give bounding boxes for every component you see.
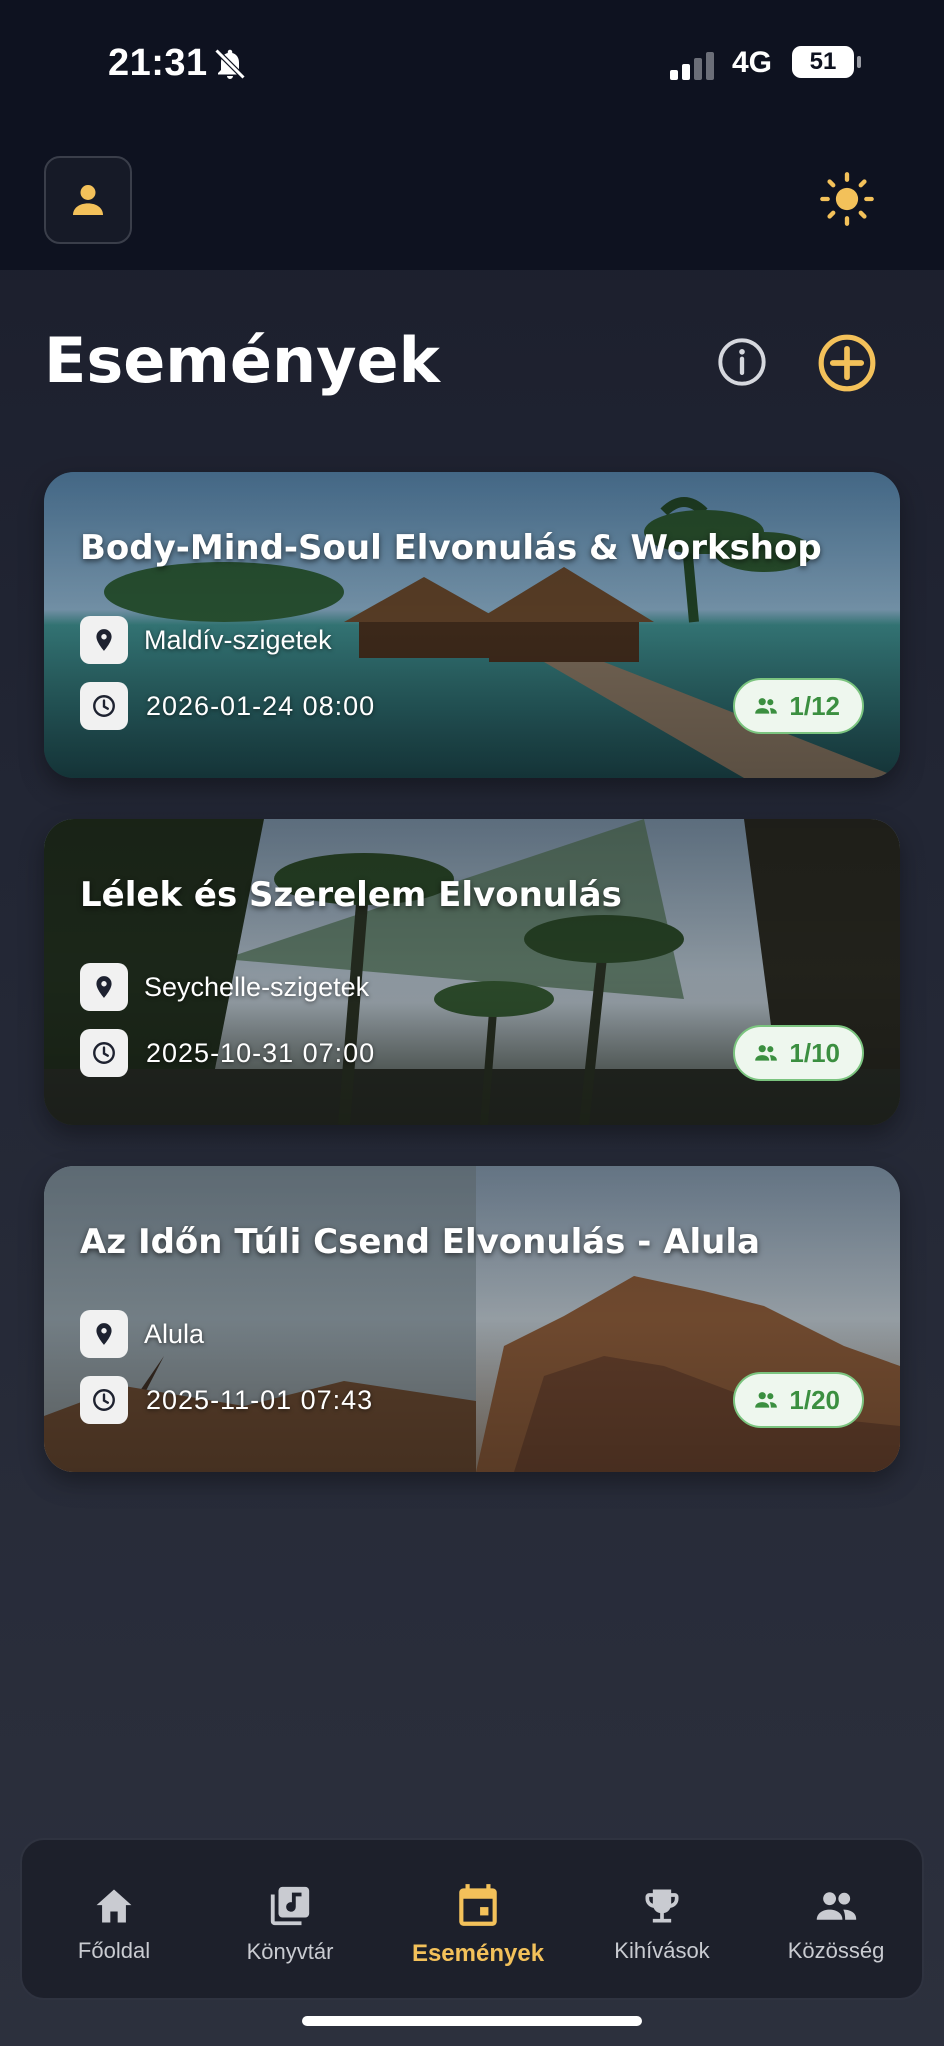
event-title: Az Időn Túli Csend Elvonulás - Alula — [80, 1222, 760, 1262]
nav-item-challenges[interactable]: Kihívások — [588, 1840, 736, 2002]
sun-icon[interactable] — [818, 170, 876, 228]
people-icon — [755, 1045, 778, 1061]
battery-level: 51 — [792, 46, 854, 78]
event-location: Seychelle-szigetek — [144, 971, 370, 1002]
home-icon — [96, 1889, 132, 1923]
event-card[interactable]: Lélek és Szerelem Elvonulás Seychelle-sz… — [44, 819, 900, 1125]
event-location-row: Alula — [80, 1310, 204, 1358]
event-card[interactable]: Body-Mind-Soul Elvonulás & Workshop Mald… — [44, 472, 900, 778]
people-icon — [816, 1892, 857, 1920]
event-location-row: Seychelle-szigetek — [80, 963, 369, 1011]
event-title: Lélek és Szerelem Elvonulás — [80, 875, 622, 915]
event-date-row: 2025-11-01 07:43 — [80, 1376, 373, 1424]
participants-badge: 1/20 — [733, 1372, 864, 1428]
event-card[interactable]: Az Időn Túli Csend Elvonulás - Alula Alu… — [44, 1166, 900, 1472]
event-date-row: 2026-01-24 08:00 — [80, 682, 375, 730]
event-date-row: 2025-10-31 07:00 — [80, 1029, 375, 1077]
participants-badge: 1/10 — [733, 1025, 864, 1081]
nav-label: Könyvtár — [246, 1939, 334, 1964]
battery-tip — [857, 56, 861, 68]
nav-label: Főoldal — [77, 1938, 151, 1963]
event-datetime: 2025-11-01 07:43 — [146, 1384, 374, 1415]
location-pin-icon — [96, 1323, 112, 1345]
music-library-icon — [270, 1886, 310, 1926]
nav-label: Események — [411, 1940, 545, 1967]
bottom-navigation: Főoldal Könyvtár Események Kihívások Köz… — [20, 1838, 924, 2000]
event-datetime: 2025-10-31 07:00 — [146, 1037, 376, 1068]
clock-icon — [93, 695, 115, 717]
nav-item-library[interactable]: Könyvtár — [216, 1840, 364, 2002]
signal-icon — [670, 52, 714, 80]
network-label: 4G — [732, 46, 773, 79]
people-icon — [755, 698, 778, 714]
home-indicator[interactable] — [302, 2016, 642, 2026]
event-location: Maldív-szigetek — [144, 624, 332, 655]
trophy-icon — [645, 1889, 679, 1923]
participants-badge: 1/12 — [733, 678, 864, 734]
location-pin-icon — [96, 976, 112, 998]
event-location-row: Maldív-szigetek — [80, 616, 332, 664]
location-pin-icon — [96, 629, 112, 651]
status-time: 21:31 — [108, 42, 208, 84]
page-title: Események — [44, 324, 440, 397]
participants-count: 1/12 — [789, 690, 840, 721]
clock-icon — [93, 1389, 115, 1411]
nav-item-home[interactable]: Főoldal — [40, 1840, 188, 2002]
people-icon — [755, 1392, 778, 1408]
event-datetime: 2026-01-24 08:00 — [146, 690, 376, 721]
app-header: 21:31 4G 51 — [0, 0, 944, 270]
nav-item-community[interactable]: Közösség — [762, 1840, 910, 2002]
person-icon — [73, 185, 103, 215]
event-title: Body-Mind-Soul Elvonulás & Workshop — [80, 528, 822, 568]
nav-label: Közösség — [787, 1938, 885, 1963]
profile-button[interactable] — [44, 156, 132, 244]
participants-count: 1/10 — [789, 1037, 840, 1068]
calendar-icon — [459, 1884, 497, 1926]
bell-slash-icon — [214, 48, 246, 80]
event-location: Alula — [144, 1318, 205, 1349]
participants-count: 1/20 — [789, 1384, 840, 1415]
nav-item-events[interactable]: Események — [398, 1840, 558, 2002]
nav-label: Kihívások — [614, 1938, 710, 1963]
clock-icon — [93, 1042, 115, 1064]
plus-circle-icon[interactable] — [816, 332, 878, 394]
info-icon[interactable] — [716, 336, 768, 388]
